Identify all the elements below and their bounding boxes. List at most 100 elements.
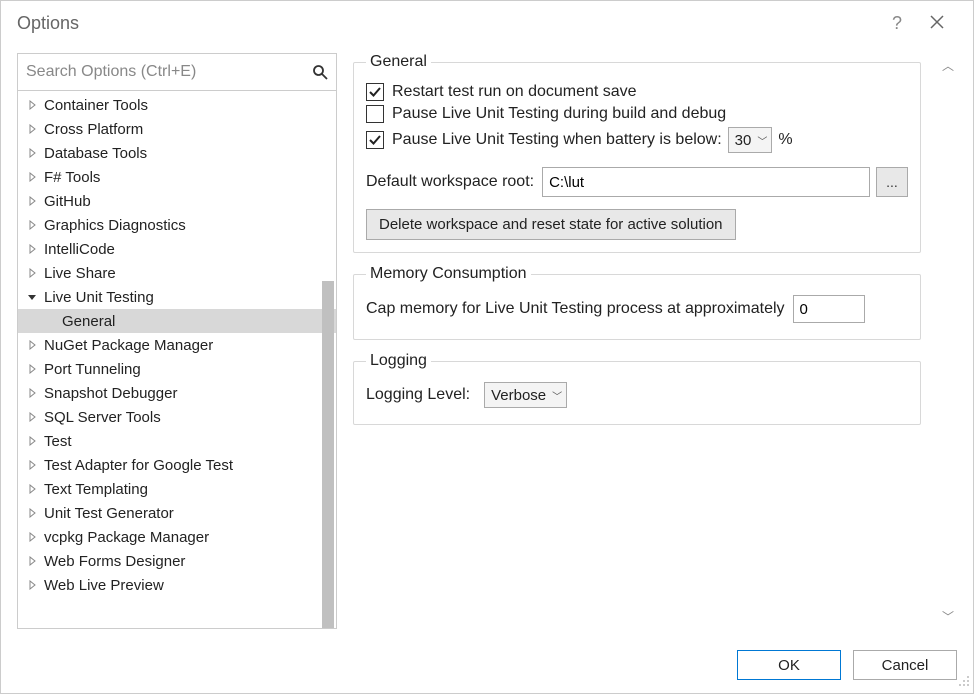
caret-right-icon[interactable] — [26, 531, 38, 543]
content-scrollbar[interactable]: ︿ ﹀ — [939, 53, 957, 629]
restart-checkbox[interactable] — [366, 83, 384, 101]
caret-right-icon[interactable] — [26, 195, 38, 207]
caret-right-icon[interactable] — [26, 339, 38, 351]
tree-item[interactable]: GitHub — [18, 189, 336, 213]
tree-scrollbar-thumb[interactable] — [322, 281, 334, 628]
battery-threshold-select[interactable]: 30 ﹀ — [728, 127, 773, 153]
logging-level-select[interactable]: Verbose ﹀ — [484, 382, 567, 408]
caret-right-icon[interactable] — [26, 123, 38, 135]
tree-item[interactable]: Snapshot Debugger — [18, 381, 336, 405]
caret-right-icon[interactable] — [26, 387, 38, 399]
tree-item-label: IntelliCode — [44, 241, 115, 258]
logging-legend: Logging — [366, 352, 431, 370]
tree-item[interactable]: Text Templating — [18, 477, 336, 501]
checkmark-icon — [368, 85, 382, 99]
tree-item[interactable]: Container Tools — [18, 93, 336, 117]
caret-right-icon[interactable] — [26, 459, 38, 471]
caret-right-icon[interactable] — [26, 555, 38, 567]
search-icon — [312, 64, 328, 80]
tree-item-label: NuGet Package Manager — [44, 337, 213, 354]
caret-right-icon[interactable] — [26, 147, 38, 159]
caret-down-icon[interactable] — [26, 291, 38, 303]
caret-right-icon[interactable] — [26, 219, 38, 231]
browse-button[interactable]: ... — [876, 167, 908, 197]
dialog-footer: OK Cancel — [1, 637, 973, 693]
logging-level-label: Logging Level: — [366, 386, 470, 404]
pause-build-checkbox[interactable] — [366, 105, 384, 123]
tree-item[interactable]: Graphics Diagnostics — [18, 213, 336, 237]
memory-legend: Memory Consumption — [366, 265, 531, 283]
general-group: General Restart test run on document sav… — [353, 53, 921, 253]
tree-item-label: Test Adapter for Google Test — [44, 457, 233, 474]
workspace-input[interactable] — [542, 167, 870, 197]
tree-item[interactable]: Web Live Preview — [18, 573, 336, 597]
chevron-down-icon: ﹀ — [552, 388, 562, 403]
scroll-up-icon[interactable]: ︿ — [942, 57, 954, 74]
logging-level-value: Verbose — [491, 387, 546, 404]
tree-item-label: GitHub — [44, 193, 91, 210]
tree-item[interactable]: IntelliCode — [18, 237, 336, 261]
tree-item-label: Graphics Diagnostics — [44, 217, 186, 234]
tree-item-label: Unit Test Generator — [44, 505, 174, 522]
tree-item[interactable]: vcpkg Package Manager — [18, 525, 336, 549]
settings-content: General Restart test run on document sav… — [353, 53, 939, 629]
tree-item[interactable]: Test Adapter for Google Test — [18, 453, 336, 477]
close-button[interactable] — [917, 13, 957, 34]
pause-build-label: Pause Live Unit Testing during build and… — [392, 105, 726, 123]
checkmark-icon — [368, 133, 382, 147]
tree-item-label: Cross Platform — [44, 121, 143, 138]
tree-item[interactable]: NuGet Package Manager — [18, 333, 336, 357]
search-input[interactable] — [18, 54, 336, 90]
pause-battery-row[interactable]: Pause Live Unit Testing when battery is … — [366, 127, 908, 153]
battery-suffix: % — [778, 131, 792, 149]
tree-item[interactable]: Test — [18, 429, 336, 453]
category-tree[interactable]: Container Tools Cross Platform Database To… — [18, 91, 336, 628]
close-icon — [930, 15, 944, 29]
tree-item-label: Web Forms Designer — [44, 553, 185, 570]
tree-item-label: Web Live Preview — [44, 577, 164, 594]
caret-right-icon[interactable] — [26, 435, 38, 447]
caret-right-icon[interactable] — [26, 483, 38, 495]
nav-panel: Container Tools Cross Platform Database To… — [17, 53, 337, 629]
delete-workspace-button[interactable]: Delete workspace and reset state for act… — [366, 209, 736, 240]
help-button[interactable]: ? — [877, 13, 917, 34]
options-dialog: Options ? Container ToolsCross PlatformD… — [0, 0, 974, 694]
tree-item[interactable]: Live Share — [18, 261, 336, 285]
tree-item-label: Test — [44, 433, 72, 450]
caret-right-icon[interactable] — [26, 411, 38, 423]
pause-battery-label: Pause Live Unit Testing when battery is … — [392, 131, 722, 149]
scroll-down-icon[interactable]: ﹀ — [942, 608, 954, 625]
tree-item[interactable]: SQL Server Tools — [18, 405, 336, 429]
tree-item[interactable]: Web Forms Designer — [18, 549, 336, 573]
tree-item[interactable]: Cross Platform — [18, 117, 336, 141]
tree-item-label: vcpkg Package Manager — [44, 529, 209, 546]
tree-item[interactable]: F# Tools — [18, 165, 336, 189]
tree-item-label: Container Tools — [44, 97, 148, 114]
restart-row[interactable]: Restart test run on document save — [366, 83, 908, 101]
resize-grip-icon[interactable] — [958, 675, 970, 690]
pause-build-row[interactable]: Pause Live Unit Testing during build and… — [366, 105, 908, 123]
general-legend: General — [366, 53, 431, 71]
ok-button[interactable]: OK — [737, 650, 841, 680]
tree-item[interactable]: Port Tunneling — [18, 357, 336, 381]
caret-right-icon[interactable] — [26, 267, 38, 279]
pause-battery-checkbox[interactable] — [366, 131, 384, 149]
tree-item[interactable]: Unit Test Generator — [18, 501, 336, 525]
tree-item-label: Port Tunneling — [44, 361, 141, 378]
tree-subitem[interactable]: General — [18, 309, 336, 333]
memory-cap-input[interactable] — [793, 295, 865, 323]
caret-right-icon[interactable] — [26, 507, 38, 519]
caret-right-icon[interactable] — [26, 171, 38, 183]
restart-label: Restart test run on document save — [392, 83, 637, 101]
tree-item[interactable]: Live Unit Testing — [18, 285, 336, 309]
cancel-button[interactable]: Cancel — [853, 650, 957, 680]
caret-right-icon[interactable] — [26, 363, 38, 375]
tree-item[interactable]: Database Tools — [18, 141, 336, 165]
caret-right-icon[interactable] — [26, 579, 38, 591]
caret-right-icon[interactable] — [26, 243, 38, 255]
settings-panel: General Restart test run on document sav… — [353, 53, 957, 629]
tree-item-label: F# Tools — [44, 169, 100, 186]
caret-right-icon[interactable] — [26, 99, 38, 111]
tree-item-label: Live Unit Testing — [44, 289, 154, 306]
logging-level-row: Logging Level: Verbose ﹀ — [366, 382, 908, 408]
